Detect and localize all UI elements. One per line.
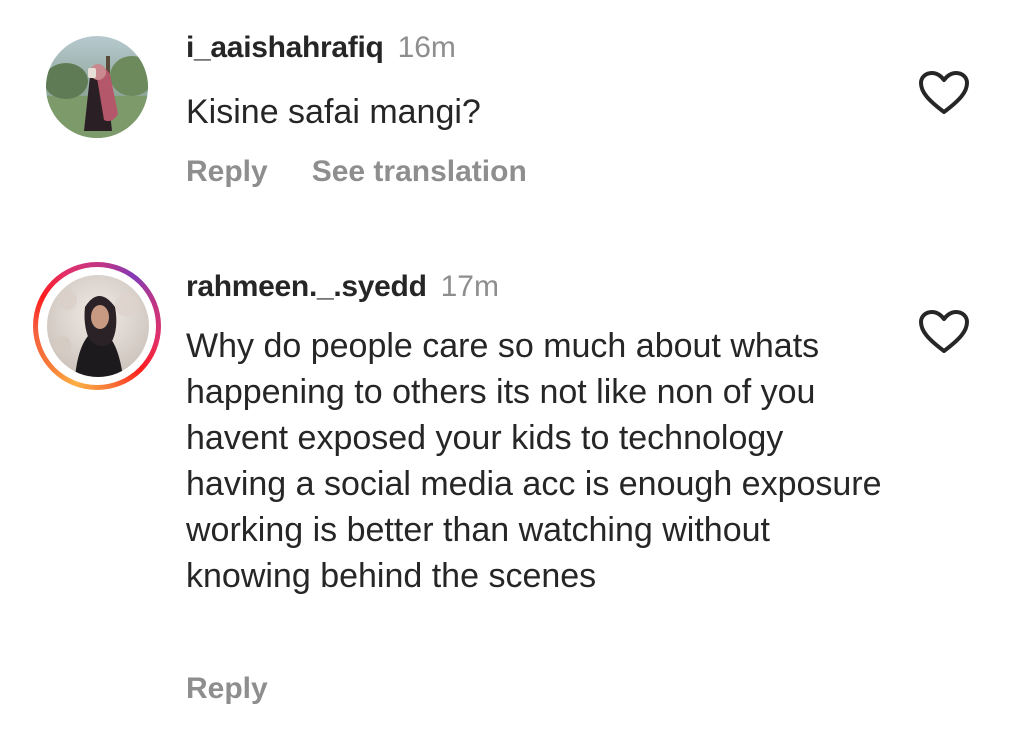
heart-outline-icon (919, 71, 969, 114)
comment-actions: Reply See translation (186, 154, 527, 190)
comment-header: i_aaishahrafiq 16m (186, 30, 456, 66)
comment-header: rahmeen._.syedd 17m (186, 269, 499, 305)
avatar-photo (46, 36, 148, 138)
comment-username[interactable]: i_aaishahrafiq (186, 31, 384, 64)
comment-text: Kisine safai mangi? (186, 93, 481, 131)
see-translation-button[interactable]: See translation (312, 154, 527, 190)
comment-item: i_aaishahrafiq 16m Kisine safai mangi? Re… (0, 0, 1024, 230)
comment-item: rahmeen._.syedd 17m Why do people care so… (0, 255, 1024, 730)
like-button[interactable] (918, 70, 970, 116)
like-button[interactable] (918, 309, 970, 355)
heart-outline-icon (919, 310, 969, 353)
comment-timestamp: 17m (440, 270, 499, 303)
commenter-avatar[interactable] (46, 36, 148, 138)
avatar-photo (47, 275, 149, 377)
reply-button[interactable]: Reply (186, 154, 268, 190)
comment-actions: Reply (186, 671, 268, 707)
reply-button[interactable]: Reply (186, 671, 268, 707)
commenter-avatar[interactable] (47, 275, 149, 377)
comment-text: Why do people care so much about whats h… (186, 327, 882, 595)
comment-username[interactable]: rahmeen._.syedd (186, 270, 427, 303)
comment-timestamp: 16m (397, 31, 456, 64)
